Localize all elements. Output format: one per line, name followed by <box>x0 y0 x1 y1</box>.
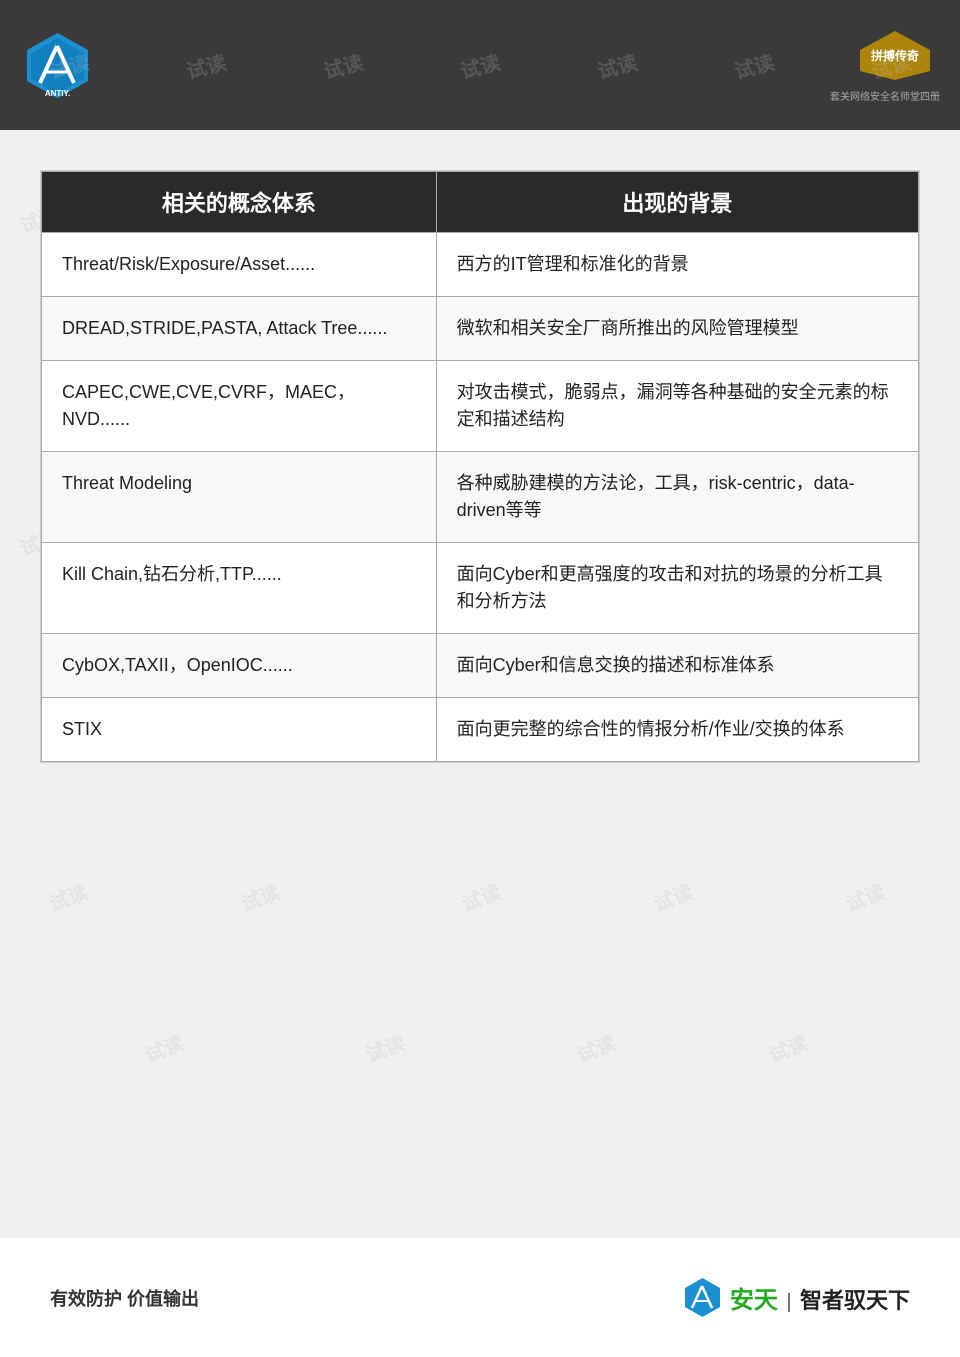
row0-col2: 西方的IT管理和标准化的背景 <box>436 233 918 297</box>
footer-brand-text: 安天 | 智者驭天下 <box>730 1280 910 1315</box>
row6-col2: 面向更完整的综合性的情报分析/作业/交换的体系 <box>436 698 918 762</box>
table-row: Threat Modeling 各种威胁建模的方法论，工具，risk-centr… <box>42 452 919 543</box>
row1-col2: 微软和相关安全厂商所推出的风险管理模型 <box>436 297 918 361</box>
footer-hex-icon <box>680 1275 725 1320</box>
pwm-24: 试读 <box>841 876 889 917</box>
concept-table: 相关的概念体系 出现的背景 Threat/Risk/Exposure/Asset… <box>41 171 919 762</box>
svg-text:ANTIY.: ANTIY. <box>45 89 70 98</box>
header-wm-2: 试读 <box>183 46 229 84</box>
pwm-28: 试读 <box>764 1027 812 1068</box>
pwm-22: 试读 <box>457 876 505 917</box>
row6-col1: STIX <box>42 698 437 762</box>
table-row: Threat/Risk/Exposure/Asset...... 西方的IT管理… <box>42 233 919 297</box>
footer-brand-separator: | <box>786 1291 791 1313</box>
row4-col2: 面向Cyber和更高强度的攻击和对抗的场景的分析工具和分析方法 <box>436 543 918 634</box>
footer-brand-part1: 安天 <box>730 1287 778 1314</box>
header: ANTIY. 试读 试读 试读 试读 试读 试读 试读 拼搏传奇 套关网络安全名… <box>0 0 960 130</box>
col2-header: 出现的背景 <box>436 172 918 233</box>
row0-col1: Threat/Risk/Exposure/Asset...... <box>42 233 437 297</box>
footer-brand-part2: 智者驭天下 <box>800 1288 910 1313</box>
header-wm-5: 试读 <box>594 46 640 84</box>
logo-area: ANTIY. <box>20 28 95 103</box>
table-row: CAPEC,CWE,CVE,CVRF，MAEC，NVD...... 对攻击模式，… <box>42 361 919 452</box>
row1-col1: DREAD,STRIDE,PASTA, Attack Tree...... <box>42 297 437 361</box>
header-wm-3: 试读 <box>320 46 366 84</box>
col1-header: 相关的概念体系 <box>42 172 437 233</box>
row5-col2: 面向Cyber和信息交换的描述和标准体系 <box>436 634 918 698</box>
table-row: Kill Chain,钻石分析,TTP...... 面向Cyber和更高强度的攻… <box>42 543 919 634</box>
header-brand-icon: 拼搏传奇 <box>850 28 940 88</box>
pwm-26: 试读 <box>361 1027 409 1068</box>
header-brand-sub: 套关网络安全名师堂四册 <box>830 88 940 103</box>
row5-col1: CybOX,TAXII，OpenIOC...... <box>42 634 437 698</box>
row2-col2: 对攻击模式，脆弱点，漏洞等各种基础的安全元素的标定和描述结构 <box>436 361 918 452</box>
table-row: CybOX,TAXII，OpenIOC...... 面向Cyber和信息交换的描… <box>42 634 919 698</box>
pwm-27: 试读 <box>572 1027 620 1068</box>
svg-text:拼搏传奇: 拼搏传奇 <box>871 48 919 63</box>
pwm-20: 试读 <box>44 876 92 917</box>
row4-col1: Kill Chain,钻石分析,TTP...... <box>42 543 437 634</box>
pwm-25: 试读 <box>140 1027 188 1068</box>
row3-col1: Threat Modeling <box>42 452 437 543</box>
pwm-23: 试读 <box>649 876 697 917</box>
header-wm-4: 试读 <box>457 46 503 84</box>
row2-col1: CAPEC,CWE,CVE,CVRF，MAEC，NVD...... <box>42 361 437 452</box>
main-content: 相关的概念体系 出现的背景 Threat/Risk/Exposure/Asset… <box>40 170 920 763</box>
table-row: DREAD,STRIDE,PASTA, Attack Tree...... 微软… <box>42 297 919 361</box>
header-brand: 拼搏传奇 套关网络安全名师堂四册 <box>830 28 940 103</box>
footer-tagline: 有效防护 价值输出 <box>50 1285 199 1311</box>
antiy-logo: ANTIY. <box>20 28 95 103</box>
pwm-21: 试读 <box>236 876 284 917</box>
header-wm-6: 试读 <box>731 46 777 84</box>
row3-col2: 各种威胁建模的方法论，工具，risk-centric，data-driven等等 <box>436 452 918 543</box>
footer-logo: 安天 | 智者驭天下 <box>680 1275 910 1320</box>
header-watermarks: 试读 试读 试读 试读 试读 试读 试读 <box>0 0 960 130</box>
footer: 有效防护 价值输出 安天 | 智者驭天下 <box>0 1237 960 1357</box>
table-row: STIX 面向更完整的综合性的情报分析/作业/交换的体系 <box>42 698 919 762</box>
